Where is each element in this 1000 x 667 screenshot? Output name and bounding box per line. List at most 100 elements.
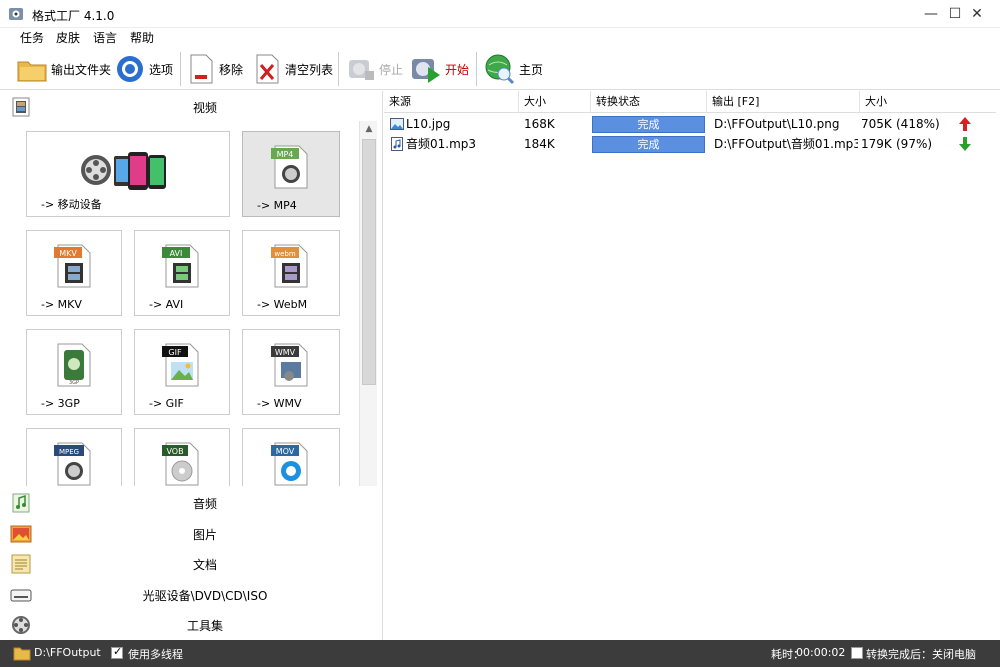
avi-badge-text: AVI [170, 249, 183, 258]
mobile-device-icon [81, 152, 166, 190]
mkv-badge-text: MKV [59, 249, 77, 258]
row-size: 184K [524, 137, 555, 151]
remove-document-icon [190, 54, 213, 84]
elapsed-time: 00:00:02 [796, 646, 846, 659]
tile-mov[interactable]: MOV [242, 428, 340, 486]
output-path[interactable]: D:\FFOutput [34, 646, 101, 659]
row-source: L10.jpg [406, 117, 451, 131]
toolbar: 输出文件夹 选项 移除 清空列表 停止 开始 主页 [0, 48, 1000, 90]
toolbar-separator [476, 52, 477, 86]
category-tools[interactable]: 工具集 [0, 609, 383, 639]
size-up-arrow-icon [959, 117, 971, 131]
multithread-label: 使用多线程 [128, 648, 183, 661]
column-source[interactable]: 来源 [384, 91, 519, 113]
wmv-file-icon: WMV [271, 343, 308, 387]
tile-mpeg[interactable]: MPEG [26, 428, 122, 486]
category-video[interactable]: 视频 [0, 91, 383, 121]
row-ratio: (97%) [896, 137, 933, 151]
column-size[interactable]: 大小 [519, 91, 591, 113]
after-done-checkbox[interactable] [851, 647, 863, 659]
output-folder-icon [13, 647, 31, 661]
grid-scrollbar[interactable]: ▲ ▼ [359, 121, 377, 486]
video-format-grid: -> 移动设备 MP4 -> MP4 MKV -> MKV AVI -> AVI… [0, 121, 383, 486]
tile-mp4[interactable]: MP4 -> MP4 [242, 131, 340, 217]
row-source: 音频01.mp3 [406, 137, 477, 151]
3gp-badge-text: 3GP [69, 380, 79, 386]
category-image[interactable]: 图片 [0, 518, 383, 548]
mpeg-file-icon: MPEG [54, 442, 91, 486]
tile-vob[interactable]: VOB [134, 428, 230, 486]
options-gear-icon [117, 56, 143, 82]
column-output[interactable]: 输出 [F2] [707, 91, 860, 113]
after-done-label: 转换完成后：关闭电脑 [866, 648, 976, 661]
task-list: 来源 大小 转换状态 输出 [F2] 大小 L10.jpg 168K 完成 D:… [384, 91, 1000, 640]
status-badge: 完成 [592, 116, 705, 133]
multithread-checkbox[interactable] [111, 645, 123, 659]
3gp-file-icon: 3GP [57, 343, 91, 387]
tile-wmv[interactable]: WMV -> WMV [242, 329, 340, 415]
category-panel: 视频 -> 移动设备 MP4 -> MP4 MKV -> MKV AVI -> … [0, 91, 383, 640]
output-folder-button[interactable]: 输出文件夹 [16, 51, 111, 87]
menu-language[interactable]: 语言 [93, 29, 117, 46]
mkv-file-icon: MKV [54, 244, 91, 288]
row-output: D:\FFOutput\音频01.mp3 [714, 137, 858, 151]
table-row[interactable]: L10.jpg 168K 完成 D:\FFOutput\L10.png 705K… [384, 114, 996, 134]
scroll-thumb[interactable] [362, 139, 376, 385]
category-optical[interactable]: 光驱设备\DVD\CD\ISO [0, 579, 383, 609]
home-globe-icon [485, 54, 515, 85]
row-ratio: (418%) [896, 117, 940, 131]
table-row[interactable]: 音频01.mp3 184K 完成 D:\FFOutput\音频01.mp3 17… [384, 134, 996, 154]
close-button[interactable]: ✕ [954, 0, 1000, 28]
tile-mkv[interactable]: MKV -> MKV [26, 230, 122, 316]
audio-file-icon [391, 137, 403, 151]
category-document[interactable]: 文档 [0, 548, 383, 578]
clear-list-button[interactable]: 清空列表 [254, 51, 333, 87]
row-output-size: 179K [861, 137, 892, 151]
remove-button[interactable]: 移除 [188, 51, 243, 87]
start-button[interactable]: 开始 [410, 51, 469, 87]
vob-file-icon: VOB [162, 442, 199, 486]
avi-file-icon: AVI [162, 244, 199, 288]
row-output: D:\FFOutput\L10.png [714, 117, 840, 131]
wmv-badge-text: WMV [275, 348, 296, 357]
window-title: 格式工厂 4.1.0 [32, 9, 115, 23]
tile-gif[interactable]: GIF -> GIF [134, 329, 230, 415]
column-status[interactable]: 转换状态 [591, 91, 707, 113]
options-button[interactable]: 选项 [114, 51, 173, 87]
menu-bar: 任务 皮肤 语言 帮助 [0, 28, 1000, 46]
folder-icon [17, 61, 47, 82]
vob-badge-text: VOB [166, 447, 183, 456]
webm-file-icon: webm [271, 244, 308, 288]
clear-list-icon [256, 54, 279, 84]
column-output-size[interactable]: 大小 [860, 91, 996, 113]
menu-task[interactable]: 任务 [20, 29, 44, 46]
size-down-arrow-icon [959, 137, 971, 151]
tile-3gp[interactable]: 3GP -> 3GP [26, 329, 122, 415]
mpeg-badge-text: MPEG [59, 448, 79, 456]
tile-webm[interactable]: webm -> WebM [242, 230, 340, 316]
scroll-up-arrow-icon[interactable]: ▲ [360, 121, 378, 137]
start-play-icon [412, 59, 440, 83]
mp4-file-icon: MP4 [271, 145, 308, 189]
image-file-icon [390, 118, 404, 130]
stop-button[interactable]: 停止 [346, 51, 403, 87]
status-badge: 完成 [592, 136, 705, 153]
menu-help[interactable]: 帮助 [130, 29, 154, 46]
table-header: 来源 大小 转换状态 输出 [F2] 大小 [384, 91, 996, 113]
menu-skin[interactable]: 皮肤 [56, 29, 80, 46]
category-audio[interactable]: 音频 [0, 487, 383, 517]
gif-badge-text: GIF [168, 348, 182, 357]
mp4-badge-text: MP4 [277, 150, 294, 159]
home-button[interactable]: 主页 [484, 51, 543, 87]
toolbar-separator [180, 52, 181, 86]
webm-badge-text: webm [274, 250, 295, 258]
mov-badge-text: MOV [276, 447, 295, 456]
row-output-size: 705K [861, 117, 892, 131]
tile-mobile-device[interactable]: -> 移动设备 [26, 131, 230, 217]
toolbar-separator [338, 52, 339, 86]
row-size: 168K [524, 117, 555, 131]
tile-avi[interactable]: AVI -> AVI [134, 230, 230, 316]
title-bar: 格式工厂 4.1.0 — ☐ ✕ [0, 0, 1000, 28]
status-footer: D:\FFOutput 使用多线程 耗时： 00:00:02 转换完成后：关闭电… [0, 640, 1000, 667]
app-icon [9, 8, 23, 20]
